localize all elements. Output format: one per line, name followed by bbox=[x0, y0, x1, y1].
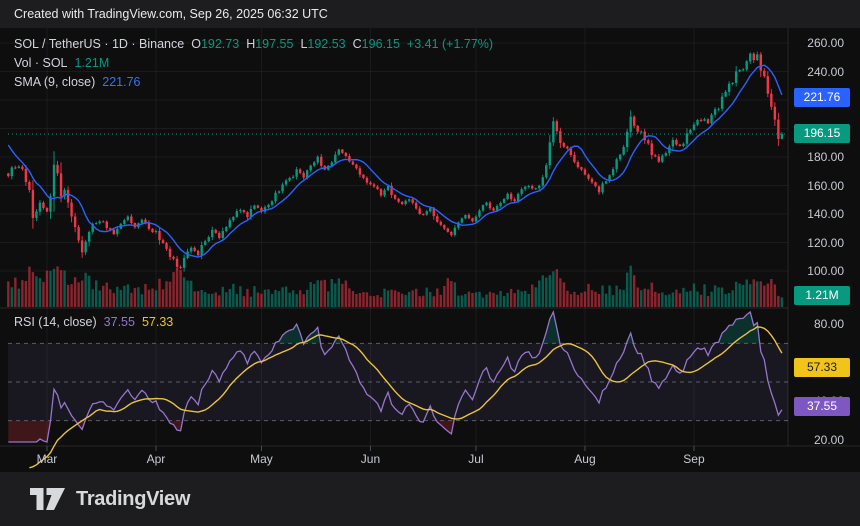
rsi-value-badge: 37.55 bbox=[794, 397, 850, 416]
close-value: 196.15 bbox=[362, 37, 400, 51]
open-value: 192.73 bbox=[201, 37, 239, 51]
main-pane-legend: SOL / TetherUS · 1D · Binance O192.73 H1… bbox=[14, 36, 493, 93]
price-axis-tick: 180.00 bbox=[807, 150, 844, 164]
time-axis-label: Apr bbox=[139, 452, 173, 466]
price-axis-tick: 100.00 bbox=[807, 264, 844, 278]
close-label: C bbox=[353, 37, 362, 51]
rsi-axis-tick: 20.00 bbox=[814, 433, 844, 447]
price-axis[interactable]: 260.00240.00220.00200.00180.00160.00140.… bbox=[788, 28, 860, 446]
low-value: 192.53 bbox=[307, 37, 345, 51]
time-axis-label: Jun bbox=[353, 452, 387, 466]
tradingview-brand-text[interactable]: TradingView bbox=[76, 488, 190, 511]
time-axis-label: Sep bbox=[677, 452, 711, 466]
time-axis-label: Jul bbox=[459, 452, 493, 466]
volume-row: Vol · SOL 1.21M bbox=[14, 55, 493, 70]
time-axis[interactable]: Mar Apr May Jun Jul Aug Sep bbox=[0, 446, 860, 472]
sma-value-badge: 221.76 bbox=[794, 88, 850, 107]
rsi-ma-value: 57.33 bbox=[142, 315, 173, 329]
volume-value: 1.21M bbox=[75, 56, 110, 70]
time-axis-label: Aug bbox=[568, 452, 602, 466]
price-axis-tick: 140.00 bbox=[807, 207, 844, 221]
sma-row: SMA (9, close) 221.76 bbox=[14, 74, 493, 89]
volume-value-badge: 1.21M bbox=[794, 286, 850, 305]
candlestick-chart[interactable] bbox=[0, 28, 860, 472]
tradingview-snapshot: Created with TradingView.com, Sep 26, 20… bbox=[0, 0, 860, 526]
rsi-ma-value-badge: 57.33 bbox=[794, 358, 850, 377]
rsi-pane-legend: RSI (14, close) 37.55 57.33 bbox=[14, 314, 173, 333]
symbol-ohlc-row: SOL / TetherUS · 1D · Binance O192.73 H1… bbox=[14, 36, 493, 51]
volume-label: Vol · SOL bbox=[14, 56, 68, 70]
footer-bar: TradingView bbox=[0, 472, 860, 526]
high-label: H bbox=[246, 37, 255, 51]
time-axis-label: May bbox=[244, 452, 278, 466]
rsi-row: RSI (14, close) 37.55 57.33 bbox=[14, 314, 173, 329]
attribution-text: Created with TradingView.com, Sep 26, 20… bbox=[14, 7, 328, 21]
price-axis-tick: 260.00 bbox=[807, 36, 844, 50]
sma-value: 221.76 bbox=[102, 75, 140, 89]
rsi-value: 37.55 bbox=[104, 315, 135, 329]
sma-label: SMA (9, close) bbox=[14, 75, 95, 89]
low-label: L bbox=[300, 37, 307, 51]
price-axis-tick: 240.00 bbox=[807, 65, 844, 79]
time-axis-label: Mar bbox=[30, 452, 64, 466]
last-price-badge: 196.15 bbox=[794, 124, 850, 143]
price-axis-tick: 120.00 bbox=[807, 236, 844, 250]
chart-area: SOL / TetherUS · 1D · Binance O192.73 H1… bbox=[0, 28, 860, 472]
open-label: O bbox=[191, 37, 201, 51]
symbol-title: SOL / TetherUS · 1D · Binance bbox=[14, 37, 184, 51]
rsi-axis-tick: 80.00 bbox=[814, 317, 844, 331]
attribution-bar: Created with TradingView.com, Sep 26, 20… bbox=[0, 0, 860, 28]
change-value: +3.41 (+1.77%) bbox=[407, 37, 493, 51]
high-value: 197.55 bbox=[255, 37, 293, 51]
price-axis-tick: 160.00 bbox=[807, 179, 844, 193]
tradingview-logo-icon[interactable] bbox=[30, 488, 66, 510]
rsi-label: RSI (14, close) bbox=[14, 315, 97, 329]
